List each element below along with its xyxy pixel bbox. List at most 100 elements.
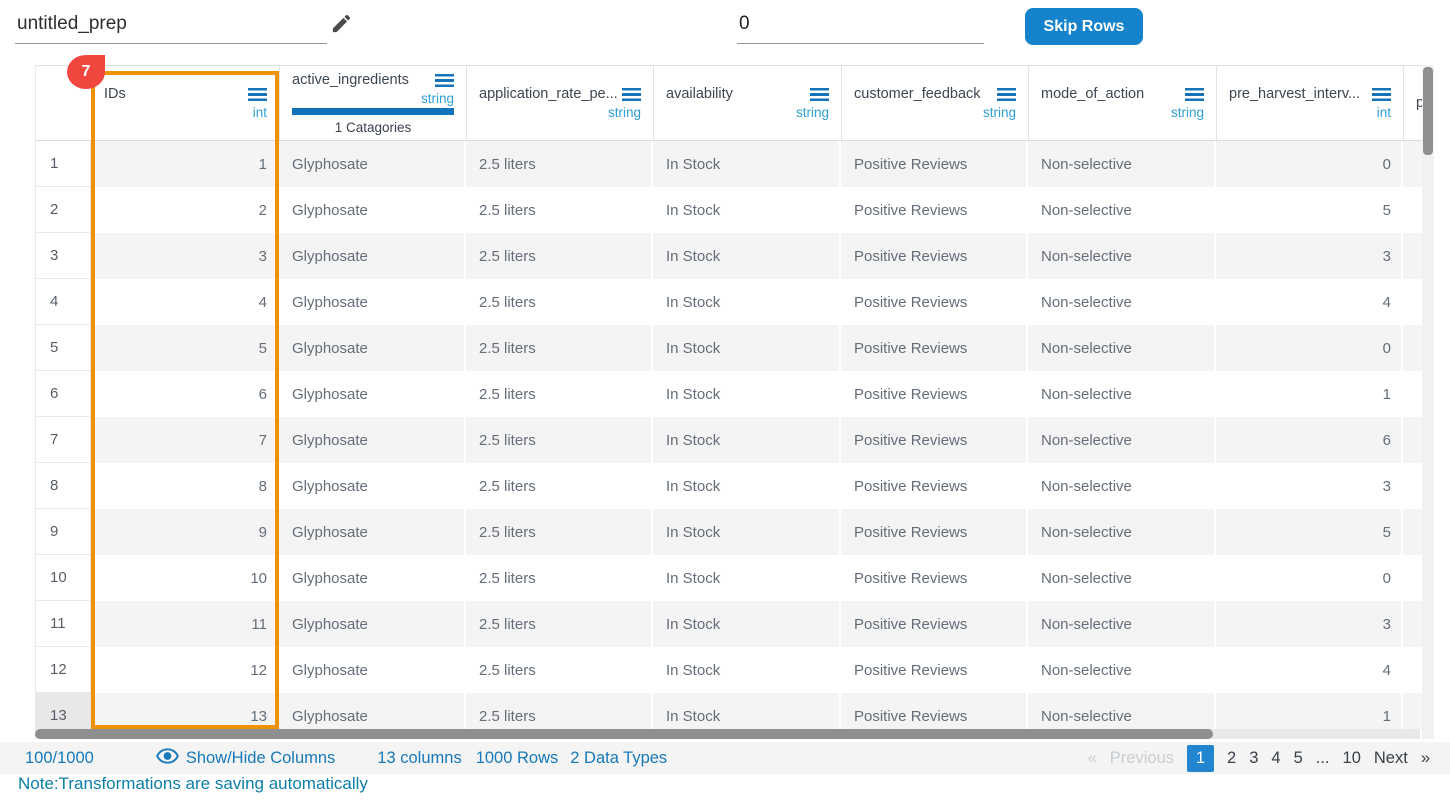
column-menu-icon[interactable]	[248, 88, 267, 101]
cell-customer_feedback: Positive Reviews	[841, 463, 1028, 509]
cell-ids: 12	[91, 647, 279, 693]
cell-customer_feedback: Positive Reviews	[841, 601, 1028, 647]
cell-availability: In Stock	[653, 509, 841, 555]
data-types-count[interactable]: 2 Data Types	[570, 749, 667, 768]
page-button-4[interactable]: 4	[1271, 749, 1280, 768]
columns-count[interactable]: 13 columns	[377, 749, 461, 768]
next-button[interactable]: Next	[1374, 749, 1408, 768]
column-type-label: string	[479, 105, 641, 120]
cell-customer_feedback: Positive Reviews	[841, 371, 1028, 417]
cell-application_rate: 2.5 liters	[466, 601, 653, 647]
column-type-label: string	[292, 91, 454, 106]
column-header-cut_column[interactable]: p	[1403, 66, 1422, 140]
table-row: 1212Glyphosate2.5 litersIn StockPositive…	[36, 647, 1422, 693]
vertical-scrollbar-thumb[interactable]	[1423, 67, 1433, 155]
column-menu-icon[interactable]	[997, 88, 1016, 101]
skip-rows-input[interactable]	[737, 8, 984, 44]
column-header-availability[interactable]: availabilitystring	[653, 66, 841, 140]
cell-application_rate: 2.5 liters	[466, 463, 653, 509]
category-distribution-bar	[292, 108, 454, 115]
cell-pre_harvest_interval: 5	[1216, 187, 1403, 233]
column-menu-icon[interactable]	[622, 88, 641, 101]
pagination: « Previous 12345...10 Next »	[1088, 745, 1430, 772]
column-type-label: string	[1041, 105, 1204, 120]
cell-ids: 8	[91, 463, 279, 509]
show-hide-columns-label: Show/Hide Columns	[186, 749, 335, 768]
next-arrow[interactable]: »	[1421, 749, 1430, 768]
cell-availability: In Stock	[653, 279, 841, 325]
page-button-3[interactable]: 3	[1249, 749, 1258, 768]
category-count-label: 1 Catagories	[292, 120, 454, 135]
cell-ids: 4	[91, 279, 279, 325]
column-header-pre_harvest_interval[interactable]: pre_harvest_interv...int	[1216, 66, 1403, 140]
row-number: 6	[36, 371, 91, 417]
cell-active_ingredients: Glyphosate	[279, 279, 466, 325]
cell-customer_feedback: Positive Reviews	[841, 325, 1028, 371]
cell-application_rate: 2.5 liters	[466, 693, 653, 729]
cell-pre_harvest_interval: 5	[1216, 509, 1403, 555]
cell-application_rate: 2.5 liters	[466, 555, 653, 601]
cell-pre_harvest_interval: 4	[1216, 647, 1403, 693]
cell-mode_of_action: Non-selective	[1028, 417, 1216, 463]
row-number: 2	[36, 187, 91, 233]
cell-ids: 9	[91, 509, 279, 555]
previous-arrow: «	[1088, 749, 1097, 768]
cell-application_rate: 2.5 liters	[466, 509, 653, 555]
column-type-label: string	[666, 105, 829, 120]
table-row: 22Glyphosate2.5 litersIn StockPositive R…	[36, 187, 1422, 233]
cell-availability: In Stock	[653, 325, 841, 371]
cell-mode_of_action: Non-selective	[1028, 647, 1216, 693]
cell-active_ingredients: Glyphosate	[279, 187, 466, 233]
column-menu-icon[interactable]	[810, 88, 829, 101]
page-button-5[interactable]: 5	[1294, 749, 1303, 768]
cell-mode_of_action: Non-selective	[1028, 601, 1216, 647]
cell-cut_column	[1403, 601, 1422, 647]
horizontal-scrollbar-thumb[interactable]	[35, 729, 1213, 739]
cell-ids: 3	[91, 233, 279, 279]
cell-customer_feedback: Positive Reviews	[841, 279, 1028, 325]
column-header-application_rate[interactable]: application_rate_pe...string	[466, 66, 653, 140]
column-header-customer_feedback[interactable]: customer_feedbackstring	[841, 66, 1028, 140]
cell-mode_of_action: Non-selective	[1028, 233, 1216, 279]
cell-pre_harvest_interval: 1	[1216, 371, 1403, 417]
page-button-1[interactable]: 1	[1187, 745, 1214, 772]
cell-active_ingredients: Glyphosate	[279, 371, 466, 417]
column-menu-icon[interactable]	[1372, 88, 1391, 101]
cell-cut_column	[1403, 141, 1422, 187]
cell-pre_harvest_interval: 1	[1216, 693, 1403, 729]
cell-availability: In Stock	[653, 187, 841, 233]
prep-name-input[interactable]	[15, 8, 327, 44]
cell-active_ingredients: Glyphosate	[279, 693, 466, 729]
column-menu-icon[interactable]	[1185, 88, 1204, 101]
cell-mode_of_action: Non-selective	[1028, 509, 1216, 555]
cell-mode_of_action: Non-selective	[1028, 187, 1216, 233]
show-hide-columns-button[interactable]: Show/Hide Columns	[156, 748, 335, 769]
column-header-ids[interactable]: IDsint	[91, 66, 279, 140]
cell-availability: In Stock	[653, 693, 841, 729]
vertical-scrollbar-track[interactable]	[1422, 65, 1434, 739]
cell-customer_feedback: Positive Reviews	[841, 417, 1028, 463]
edit-name-button[interactable]	[330, 12, 353, 38]
cell-mode_of_action: Non-selective	[1028, 555, 1216, 601]
cell-pre_harvest_interval: 0	[1216, 325, 1403, 371]
horizontal-scrollbar-track[interactable]	[35, 729, 1420, 739]
column-menu-icon[interactable]	[435, 74, 454, 87]
page-ellipsis: ...	[1316, 749, 1330, 768]
row-number: 9	[36, 509, 91, 555]
row-number: 11	[36, 601, 91, 647]
cell-customer_feedback: Positive Reviews	[841, 647, 1028, 693]
table-row: 1010Glyphosate2.5 litersIn StockPositive…	[36, 555, 1422, 601]
cell-application_rate: 2.5 liters	[466, 417, 653, 463]
table-row: 66Glyphosate2.5 litersIn StockPositive R…	[36, 371, 1422, 417]
rows-count[interactable]: 1000 Rows	[476, 749, 559, 768]
column-title: application_rate_pe...	[479, 86, 618, 102]
cell-customer_feedback: Positive Reviews	[841, 141, 1028, 187]
cell-customer_feedback: Positive Reviews	[841, 509, 1028, 555]
page-button-10[interactable]: 10	[1343, 749, 1361, 768]
skip-rows-button[interactable]: Skip Rows	[1025, 8, 1143, 45]
page-button-2[interactable]: 2	[1227, 749, 1236, 768]
column-header-active_ingredients[interactable]: active_ingredientsstring1 Catagories	[279, 66, 466, 140]
column-header-mode_of_action[interactable]: mode_of_actionstring	[1028, 66, 1216, 140]
cell-active_ingredients: Glyphosate	[279, 233, 466, 279]
row-number: 3	[36, 233, 91, 279]
